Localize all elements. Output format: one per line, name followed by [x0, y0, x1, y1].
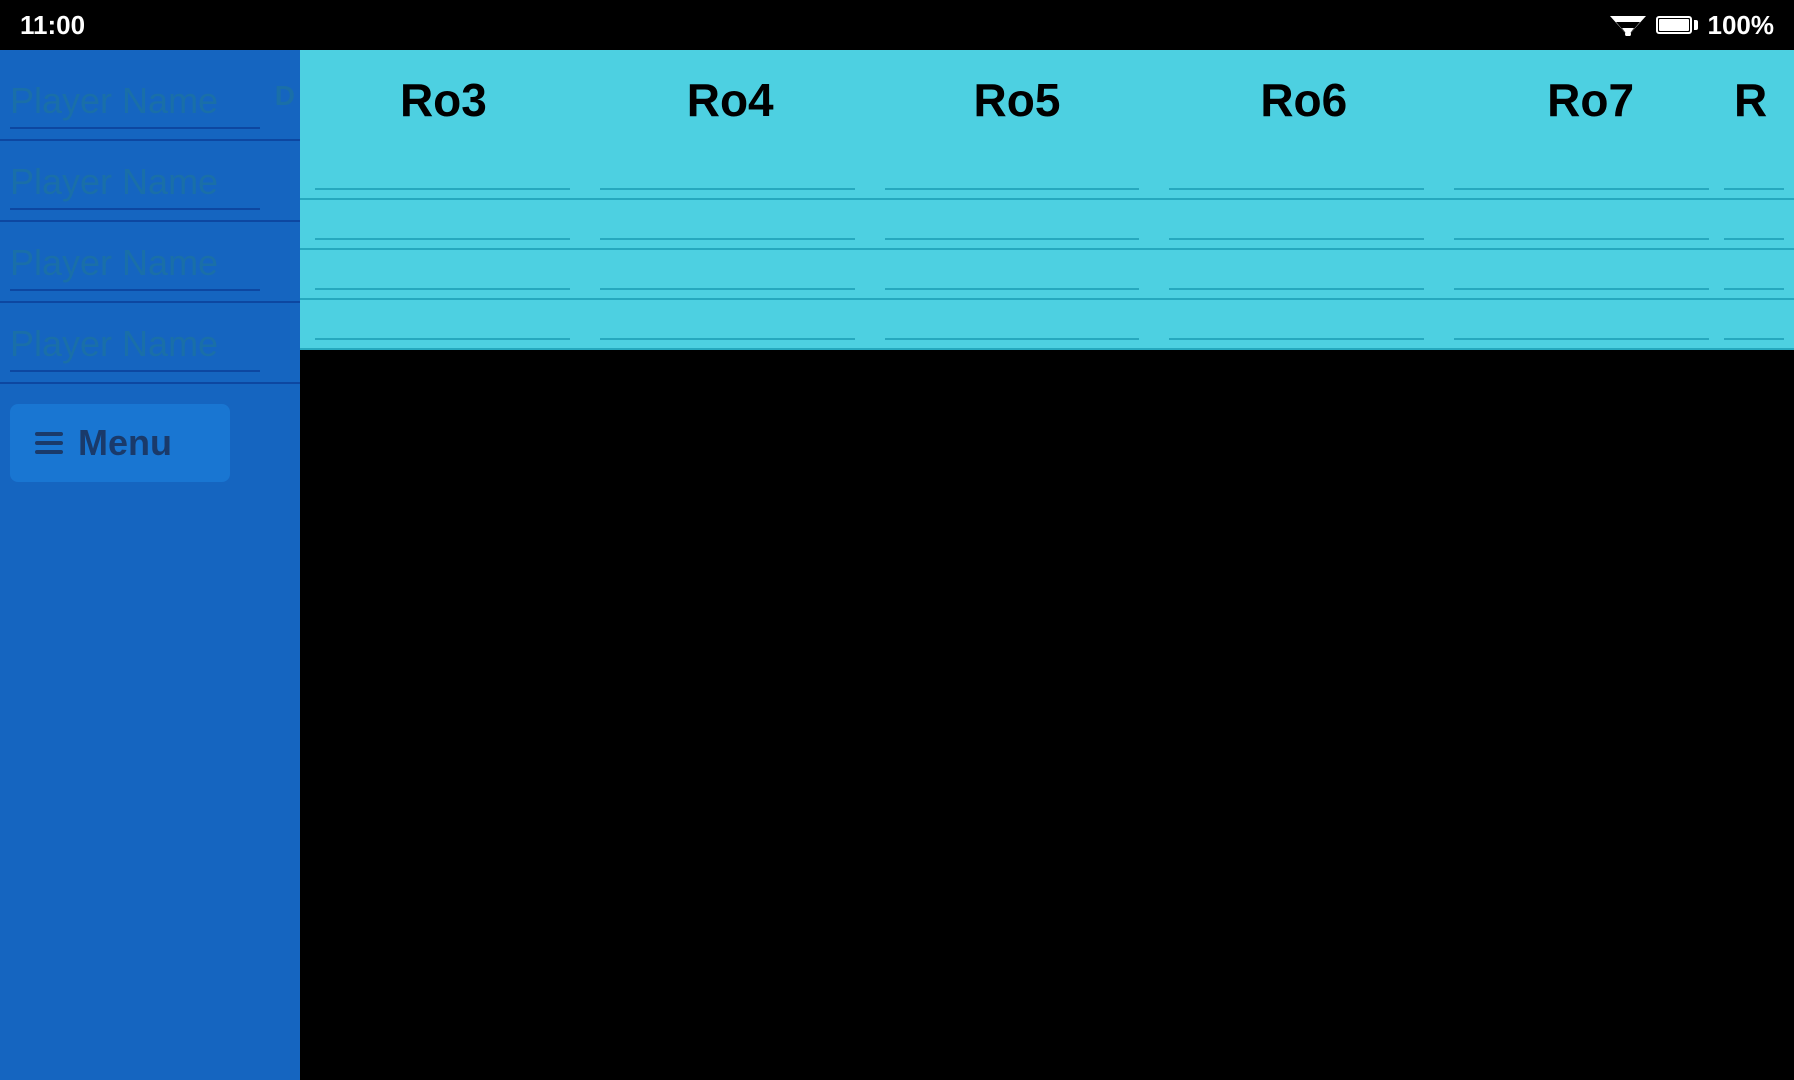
grid-cell-4-1[interactable]: [315, 300, 570, 340]
status-bar: 11:00 100%: [0, 0, 1794, 50]
col-header-ro3: Ro3: [300, 73, 587, 127]
player-name-input-2[interactable]: [10, 161, 260, 210]
score-grid-wrapper: Ro3 Ro4 Ro5 Ro6 Ro7 R: [300, 50, 1794, 1080]
grid-cell-3-5[interactable]: [1454, 250, 1709, 290]
grid-cell-1-5[interactable]: [1454, 150, 1709, 190]
hamburger-icon: [35, 432, 63, 454]
status-icons-area: 100%: [1610, 8, 1775, 43]
grid-cell-2-2[interactable]: [600, 200, 855, 240]
score-grid: Ro3 Ro4 Ro5 Ro6 Ro7 R: [300, 50, 1794, 350]
back-button[interactable]: [1704, 981, 1764, 1050]
main-container: D Menu Ro3 Ro4: [0, 50, 1794, 1080]
player-row-2: [0, 141, 300, 222]
col-header-ro7: Ro7: [1447, 73, 1734, 127]
status-time-area: 11:00: [20, 10, 85, 41]
grid-body: [300, 150, 1794, 350]
grid-cell-1-4[interactable]: [1169, 150, 1424, 190]
player-name-input-3[interactable]: [10, 242, 260, 291]
player-name-input-1[interactable]: [10, 80, 260, 129]
grid-cell-3-6[interactable]: [1724, 250, 1784, 290]
grid-cell-2-4[interactable]: [1169, 200, 1424, 240]
grid-row-2: [300, 200, 1794, 250]
grid-cell-2-6[interactable]: [1724, 200, 1784, 240]
time-display: 11:00: [20, 10, 85, 41]
wifi-icon: [1610, 8, 1646, 43]
grid-cell-3-2[interactable]: [600, 250, 855, 290]
grid-row-3: [300, 250, 1794, 300]
battery-icon: [1656, 16, 1698, 34]
back-arrow-icon: [1704, 986, 1764, 1036]
col-header-ro5: Ro5: [874, 73, 1161, 127]
menu-label: Menu: [78, 422, 172, 464]
hamburger-line-3: [35, 450, 63, 454]
col-header-ro6: Ro6: [1160, 73, 1447, 127]
grid-cell-3-4[interactable]: [1169, 250, 1424, 290]
player-row-3: [0, 222, 300, 303]
grid-cell-2-3[interactable]: [885, 200, 1140, 240]
grid-cell-4-6[interactable]: [1724, 300, 1784, 340]
player-d-label-1: D: [275, 80, 295, 112]
hamburger-line-2: [35, 441, 63, 445]
grid-cell-1-3[interactable]: [885, 150, 1140, 190]
grid-cell-4-3[interactable]: [885, 300, 1140, 340]
grid-cell-2-5[interactable]: [1454, 200, 1709, 240]
grid-cell-2-1[interactable]: [315, 200, 570, 240]
player-row-4: [0, 303, 300, 384]
menu-button[interactable]: Menu: [10, 404, 230, 482]
battery-fill: [1659, 19, 1689, 31]
grid-cell-1-2[interactable]: [600, 150, 855, 190]
grid-cell-1-1[interactable]: [315, 150, 570, 190]
player-name-input-4[interactable]: [10, 323, 260, 372]
battery-percent: 100%: [1708, 10, 1775, 41]
col-header-ro4: Ro4: [587, 73, 874, 127]
back-button-area: [1704, 981, 1764, 1050]
grid-row-4: [300, 300, 1794, 350]
hamburger-line-1: [35, 432, 63, 436]
grid-header: Ro3 Ro4 Ro5 Ro6 Ro7 R: [300, 50, 1794, 150]
col-header-r-partial: R: [1734, 73, 1794, 127]
grid-cell-3-3[interactable]: [885, 250, 1140, 290]
grid-cell-4-5[interactable]: [1454, 300, 1709, 340]
grid-row-1: [300, 150, 1794, 200]
player-row-1: D: [0, 60, 300, 141]
battery-tip: [1694, 20, 1698, 30]
battery-body: [1656, 16, 1692, 34]
grid-cell-1-6[interactable]: [1724, 150, 1784, 190]
grid-cell-4-4[interactable]: [1169, 300, 1424, 340]
sidebar: D Menu: [0, 50, 300, 1080]
grid-cell-3-1[interactable]: [315, 250, 570, 290]
grid-cell-4-2[interactable]: [600, 300, 855, 340]
